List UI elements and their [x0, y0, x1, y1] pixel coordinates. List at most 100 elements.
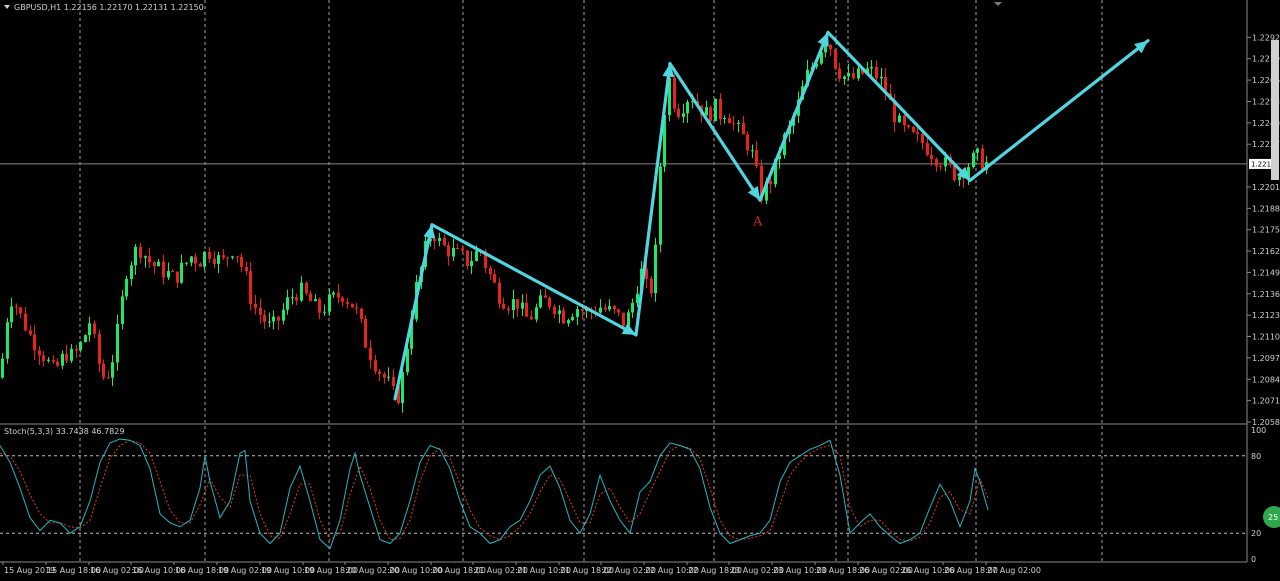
candle-bull — [631, 302, 634, 313]
candle-bull — [1, 358, 4, 378]
candle-bull — [111, 362, 114, 378]
candle-bull — [452, 247, 455, 257]
scrollbar-handle[interactable] — [1271, 40, 1279, 180]
candle-bear — [461, 248, 464, 251]
candle-bear — [171, 270, 174, 272]
candle-bear — [33, 334, 36, 351]
candle-bear — [42, 355, 45, 361]
stoch-tick-label: 80 — [1251, 452, 1261, 461]
candle-bear — [374, 360, 377, 372]
candle-bear — [548, 297, 551, 307]
annotation-a: A — [752, 214, 763, 229]
candle-bull — [268, 321, 271, 323]
candle-bear — [383, 373, 386, 378]
candle-bear — [852, 73, 855, 79]
candle-bear — [650, 278, 653, 294]
candle-bull — [636, 293, 639, 303]
candle-bear — [259, 307, 262, 315]
price-tick-label: 1.21620 — [1252, 247, 1280, 256]
candle-bear — [834, 49, 837, 69]
candle-bear — [139, 246, 142, 258]
candle-bull — [282, 309, 285, 321]
candle-bear — [617, 309, 620, 313]
candle-bull — [291, 297, 294, 299]
candle-bull — [203, 251, 206, 267]
candle-bull — [401, 372, 404, 404]
candle-bear — [364, 318, 367, 348]
candle-bear — [392, 376, 395, 386]
candle-bull — [576, 309, 579, 317]
candle-bear — [148, 256, 151, 263]
candle-bear — [346, 301, 349, 304]
candle-bear — [277, 316, 280, 321]
candle-bull — [944, 157, 947, 167]
candle-bear — [15, 306, 18, 308]
candle-bear — [102, 363, 105, 378]
candle-bull — [608, 306, 611, 310]
candle-bull — [130, 265, 133, 279]
candle-bull — [843, 76, 846, 79]
candle-bull — [972, 152, 975, 168]
candle-bull — [558, 310, 561, 314]
price-tick-label: 1.21360 — [1252, 290, 1280, 299]
chart-window[interactable]: 1.229201.227901.226601.225301.224001.222… — [0, 0, 1280, 577]
candle-bear — [38, 350, 41, 356]
candle-bull — [438, 237, 441, 242]
stoch-label: Stoch(5,3,3) 33.7438 46.7829 — [4, 427, 124, 436]
candle-bull — [332, 292, 335, 295]
candle-bull — [167, 270, 170, 278]
candle-bull — [539, 295, 542, 308]
candle-bear — [295, 297, 298, 301]
price-tick-label: 1.22010 — [1252, 183, 1280, 192]
candle-bear — [604, 307, 607, 310]
candle-bull — [958, 176, 961, 181]
candle-bear — [916, 132, 919, 134]
candle-bear — [208, 251, 211, 259]
candle-bear — [493, 274, 496, 283]
candle-bear — [581, 309, 584, 311]
candle-bull — [231, 256, 234, 258]
price-tick-label: 1.21230 — [1252, 311, 1280, 320]
price-tick-label: 1.20710 — [1252, 397, 1280, 406]
candle-bull — [272, 316, 275, 322]
candle-bear — [176, 271, 179, 283]
candle-bull — [737, 122, 740, 124]
stoch-tick-label: 20 — [1251, 529, 1261, 538]
candle-bull — [898, 115, 901, 123]
candle-bear — [838, 68, 841, 79]
price-tick-label: 1.20970 — [1252, 354, 1280, 363]
candle-bull — [185, 262, 188, 264]
candle-bear — [489, 267, 492, 275]
chart-header: GBPUSD,H1 1.22156 1.22170 1.22131 1.2215… — [14, 3, 204, 12]
candle-bull — [157, 261, 160, 267]
candle-bear — [226, 257, 229, 259]
candle-bear — [351, 303, 354, 308]
candle-bull — [6, 322, 9, 359]
candle-bear — [530, 316, 533, 320]
candle-bull — [180, 262, 183, 283]
candle-bull — [328, 294, 331, 312]
candle-bear — [930, 154, 933, 160]
candle-bull — [190, 256, 193, 263]
stoch-tick-label: 100 — [1251, 426, 1266, 435]
candle-bull — [387, 376, 390, 378]
candle-bull — [134, 246, 137, 266]
candle-bear — [93, 323, 96, 334]
candle-bull — [723, 118, 726, 120]
candle-bull — [323, 311, 326, 313]
candle-bull — [705, 107, 708, 116]
price-tick-label: 1.21490 — [1252, 268, 1280, 277]
candle-bull — [10, 306, 13, 323]
chart-svg[interactable]: 1.229201.227901.226601.225301.224001.222… — [0, 0, 1280, 577]
candle-bear — [447, 245, 450, 257]
price-tick-label: 1.20840 — [1252, 375, 1280, 384]
candle-bull — [857, 68, 860, 79]
candle-bear — [249, 271, 252, 304]
candle-bull — [714, 98, 717, 122]
candle-bear — [507, 308, 510, 311]
candle-bull — [682, 113, 685, 117]
candle-bull — [870, 66, 873, 69]
candle-bear — [222, 255, 225, 258]
candle-bear — [194, 256, 197, 264]
candle-bear — [516, 299, 519, 309]
